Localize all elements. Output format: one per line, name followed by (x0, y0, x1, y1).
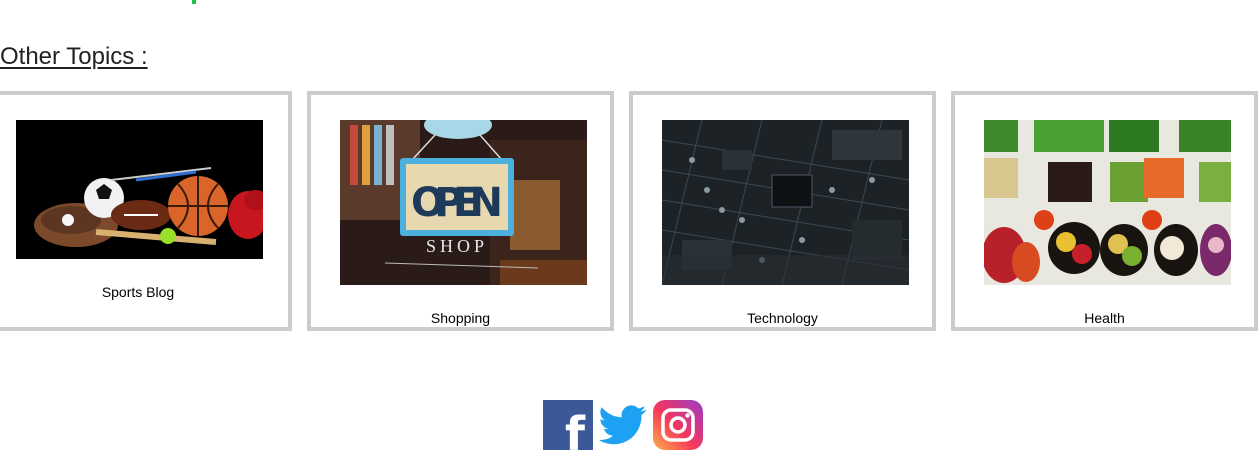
facebook-link[interactable]: f (543, 400, 593, 450)
open-sign-text: OPEN (411, 180, 503, 226)
social-links: f (543, 400, 703, 450)
shopping-image[interactable]: OPEN SHOP (340, 120, 587, 285)
shop-sign-text: SHOP (426, 236, 488, 256)
twitter-icon (598, 405, 647, 445)
topic-label[interactable]: Technology (633, 310, 932, 326)
sports-image[interactable] (16, 120, 263, 259)
green-accent-mark (192, 0, 196, 4)
topic-card-technology[interactable]: Technology (629, 91, 936, 331)
topic-label[interactable]: Shopping (311, 310, 610, 326)
instagram-link[interactable] (653, 400, 703, 450)
technology-image[interactable] (662, 120, 909, 285)
topic-card-shopping[interactable]: OPEN SHOP Shopping (307, 91, 614, 331)
facebook-glyph: f (565, 407, 586, 450)
topic-card-sports[interactable]: Sports Blog (0, 91, 292, 331)
topic-card-health[interactable]: Health (951, 91, 1258, 331)
other-topics-heading: Other Topics : (0, 43, 148, 70)
facebook-icon: f (543, 400, 593, 450)
instagram-icon (653, 400, 703, 450)
topic-label[interactable]: Sports Blog (0, 284, 288, 300)
topic-label[interactable]: Health (955, 310, 1254, 326)
health-image[interactable] (984, 120, 1231, 285)
twitter-link[interactable] (598, 400, 648, 450)
